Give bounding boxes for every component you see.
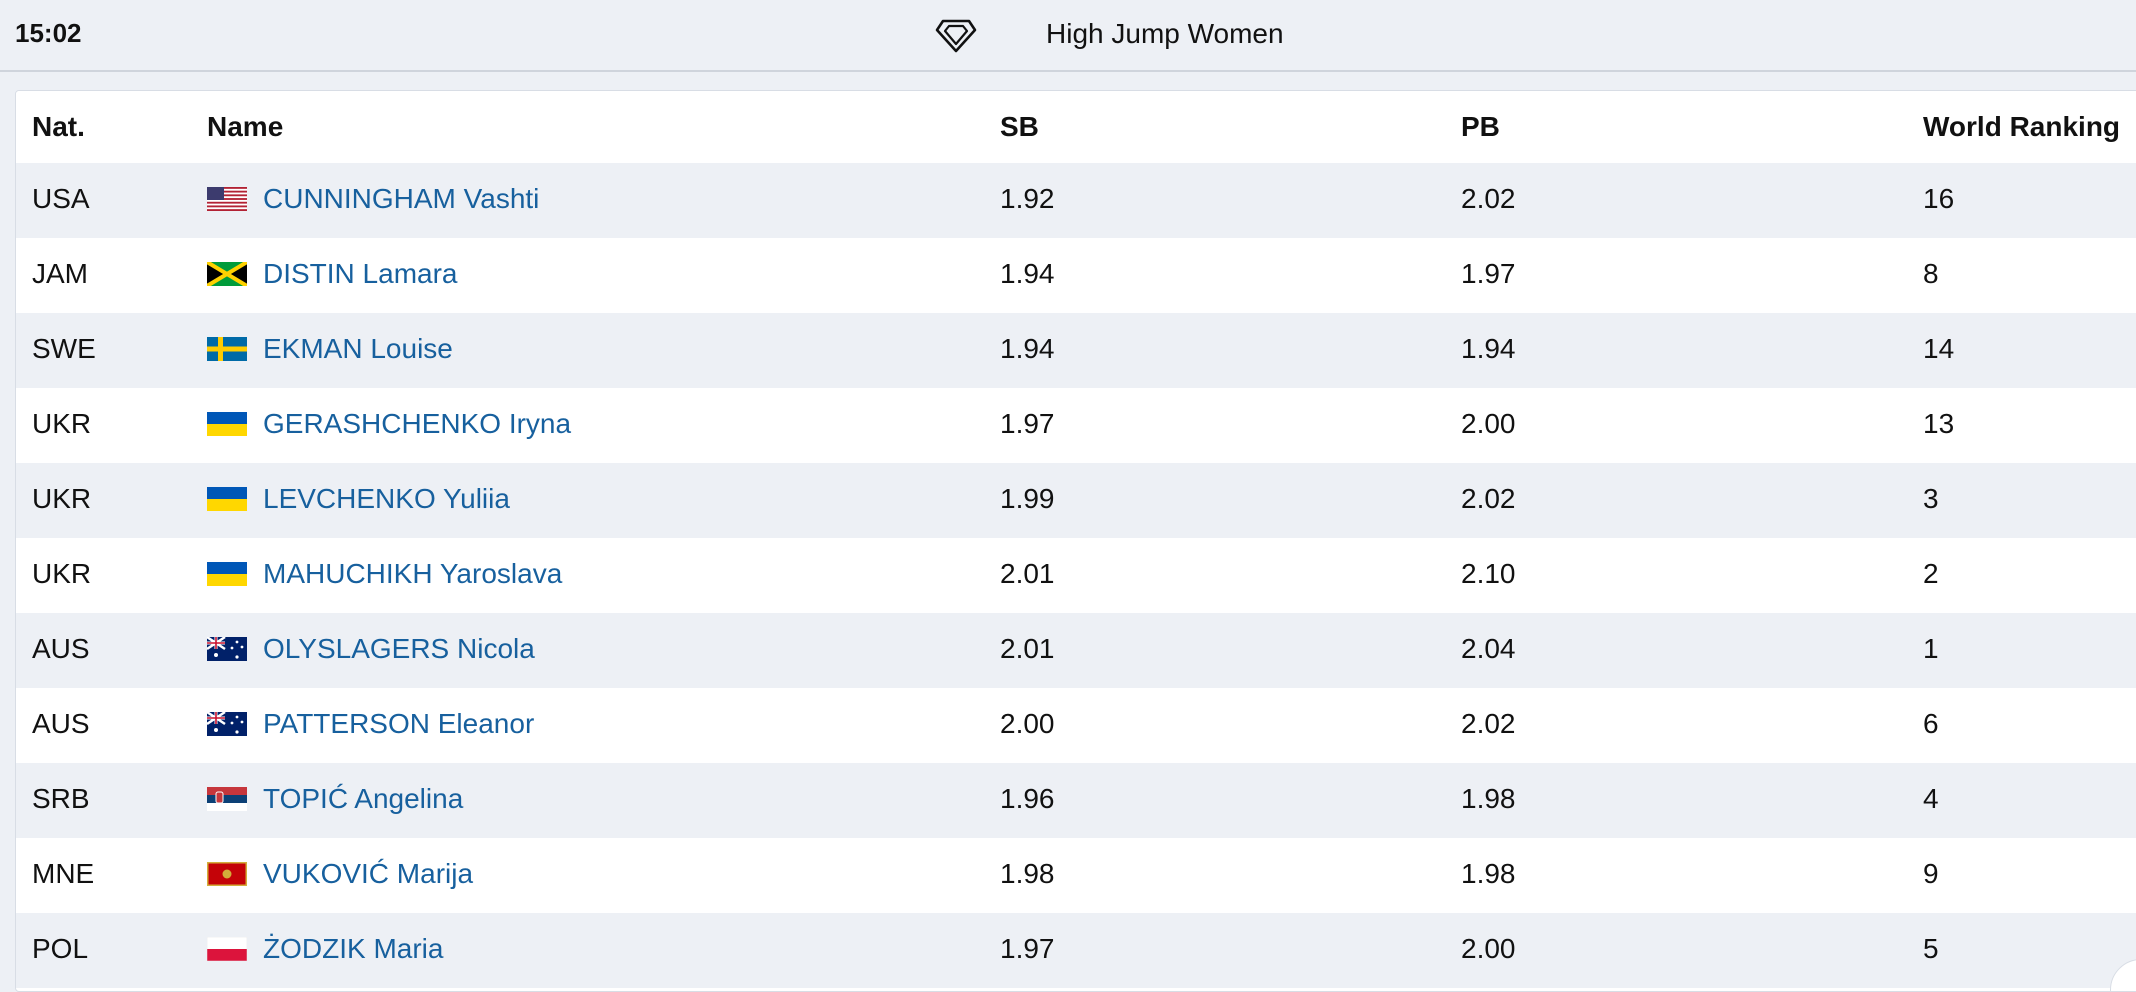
table-row: SWE EKMAN Louise 1.94 1.94 14 (16, 313, 2136, 388)
pb-cell: 1.97 (1461, 258, 1516, 289)
world-ranking-cell: 5 (1923, 933, 1939, 964)
sb-cell: 2.01 (1000, 633, 1055, 664)
column-header-sb[interactable]: SB (1000, 111, 1039, 143)
usa-flag-icon (207, 187, 247, 211)
start-list-table: Nat. Name SB PB World Ranking USA CUNNING… (15, 90, 2136, 992)
athlete-name-link[interactable]: EKMAN Louise (263, 333, 453, 365)
pb-cell: 2.04 (1461, 633, 1516, 664)
world-ranking-cell: 2 (1923, 558, 1939, 589)
athlete-name-link[interactable]: DISTIN Lamara (263, 258, 458, 290)
world-ranking-cell: 4 (1923, 783, 1939, 814)
montenegro-flag-icon (207, 862, 247, 886)
nat-cell: UKR (32, 558, 92, 589)
world-ranking-cell: 3 (1923, 483, 1939, 514)
world-ranking-cell: 16 (1923, 183, 1955, 214)
sb-cell: 1.97 (1000, 933, 1055, 964)
sweden-flag-icon (207, 337, 247, 361)
serbia-flag-icon (207, 787, 247, 811)
event-title: High Jump Women (1046, 18, 1284, 49)
athlete-name-link[interactable]: OLYSLAGERS Nicola (263, 633, 535, 665)
table-row: UKR LEVCHENKO Yuliia 1.99 2.02 3 (16, 463, 2136, 538)
sb-cell: 1.92 (1000, 183, 1055, 214)
world-ranking-cell: 6 (1923, 708, 1939, 739)
athlete-name-link[interactable]: GERASHCHENKO Iryna (263, 408, 571, 440)
nat-cell: AUS (32, 633, 90, 664)
table-row: POL ŻODZIK Maria 1.97 2.00 5 (16, 913, 2136, 988)
athlete-name-link[interactable]: CUNNINGHAM Vashti (263, 183, 539, 215)
column-header-pb[interactable]: PB (1461, 111, 1500, 143)
sb-cell: 1.94 (1000, 333, 1055, 364)
column-header-nat[interactable]: Nat. (32, 111, 85, 143)
pb-cell: 2.02 (1461, 708, 1516, 739)
table-row: USA CUNNINGHAM Vashti 1.92 2.02 16 (16, 163, 2136, 238)
world-ranking-cell: 9 (1923, 858, 1939, 889)
pb-cell: 1.98 (1461, 858, 1516, 889)
athlete-name-link[interactable]: VUKOVIĆ Marija (263, 858, 473, 890)
pb-cell: 2.00 (1461, 933, 1516, 964)
ukraine-flag-icon (207, 412, 247, 436)
nat-cell: MNE (32, 858, 95, 889)
table-row: AUS OLYSLAGERS Nicola 2.01 2.04 1 (16, 613, 2136, 688)
ukraine-flag-icon (207, 487, 247, 511)
sb-cell: 1.96 (1000, 783, 1055, 814)
nat-cell: JAM (32, 258, 88, 289)
jamaica-flag-icon (207, 262, 247, 286)
pb-cell: 2.02 (1461, 183, 1516, 214)
event-time: 15:02 (15, 18, 82, 48)
sb-cell: 1.99 (1000, 483, 1055, 514)
nat-cell: USA (32, 183, 90, 214)
australia-flag-icon (207, 712, 247, 736)
column-header-world-ranking[interactable]: World Ranking (1923, 111, 2120, 143)
nat-cell: POL (32, 933, 89, 964)
world-ranking-cell: 8 (1923, 258, 1939, 289)
athlete-name-link[interactable]: TOPIĆ Angelina (263, 783, 463, 815)
world-ranking-cell: 13 (1923, 408, 1955, 439)
pb-cell: 1.98 (1461, 783, 1516, 814)
nat-cell: UKR (32, 408, 92, 439)
sb-cell: 2.01 (1000, 558, 1055, 589)
pb-cell: 2.10 (1461, 558, 1516, 589)
diamond-league-icon (935, 19, 977, 53)
athlete-name-link[interactable]: PATTERSON Eleanor (263, 708, 534, 740)
table-row: SRB TOPIĆ Angelina 1.96 1.98 4 (16, 763, 2136, 838)
athlete-name-link[interactable]: MAHUCHIKH Yaroslava (263, 558, 562, 590)
table-row: JAM DISTIN Lamara 1.94 1.97 8 (16, 238, 2136, 313)
poland-flag-icon (207, 937, 247, 961)
table-row: AUS PATTERSON Eleanor 2.00 2.02 6 (16, 688, 2136, 763)
athlete-name-link[interactable]: ŻODZIK Maria (263, 933, 443, 965)
ukraine-flag-icon (207, 562, 247, 586)
column-header-name[interactable]: Name (207, 111, 283, 143)
sb-cell: 1.94 (1000, 258, 1055, 289)
sb-cell: 1.98 (1000, 858, 1055, 889)
nat-cell: UKR (32, 483, 92, 514)
nat-cell: SRB (32, 783, 90, 814)
sb-cell: 2.00 (1000, 708, 1055, 739)
table-row: MNE VUKOVIĆ Marija 1.98 1.98 9 (16, 838, 2136, 913)
nat-cell: SWE (32, 333, 96, 364)
world-ranking-cell: 14 (1923, 333, 1955, 364)
australia-flag-icon (207, 637, 247, 661)
pb-cell: 1.94 (1461, 333, 1516, 364)
event-header: 15:02 High Jump Women (0, 0, 2136, 72)
table-header-row: Nat. Name SB PB World Ranking (16, 91, 2136, 163)
table-row: UKR GERASHCHENKO Iryna 1.97 2.00 13 (16, 388, 2136, 463)
pb-cell: 2.00 (1461, 408, 1516, 439)
world-ranking-cell: 1 (1923, 633, 1939, 664)
nat-cell: AUS (32, 708, 90, 739)
sb-cell: 1.97 (1000, 408, 1055, 439)
table-row: UKR MAHUCHIKH Yaroslava 2.01 2.10 2 (16, 538, 2136, 613)
pb-cell: 2.02 (1461, 483, 1516, 514)
athlete-name-link[interactable]: LEVCHENKO Yuliia (263, 483, 510, 515)
